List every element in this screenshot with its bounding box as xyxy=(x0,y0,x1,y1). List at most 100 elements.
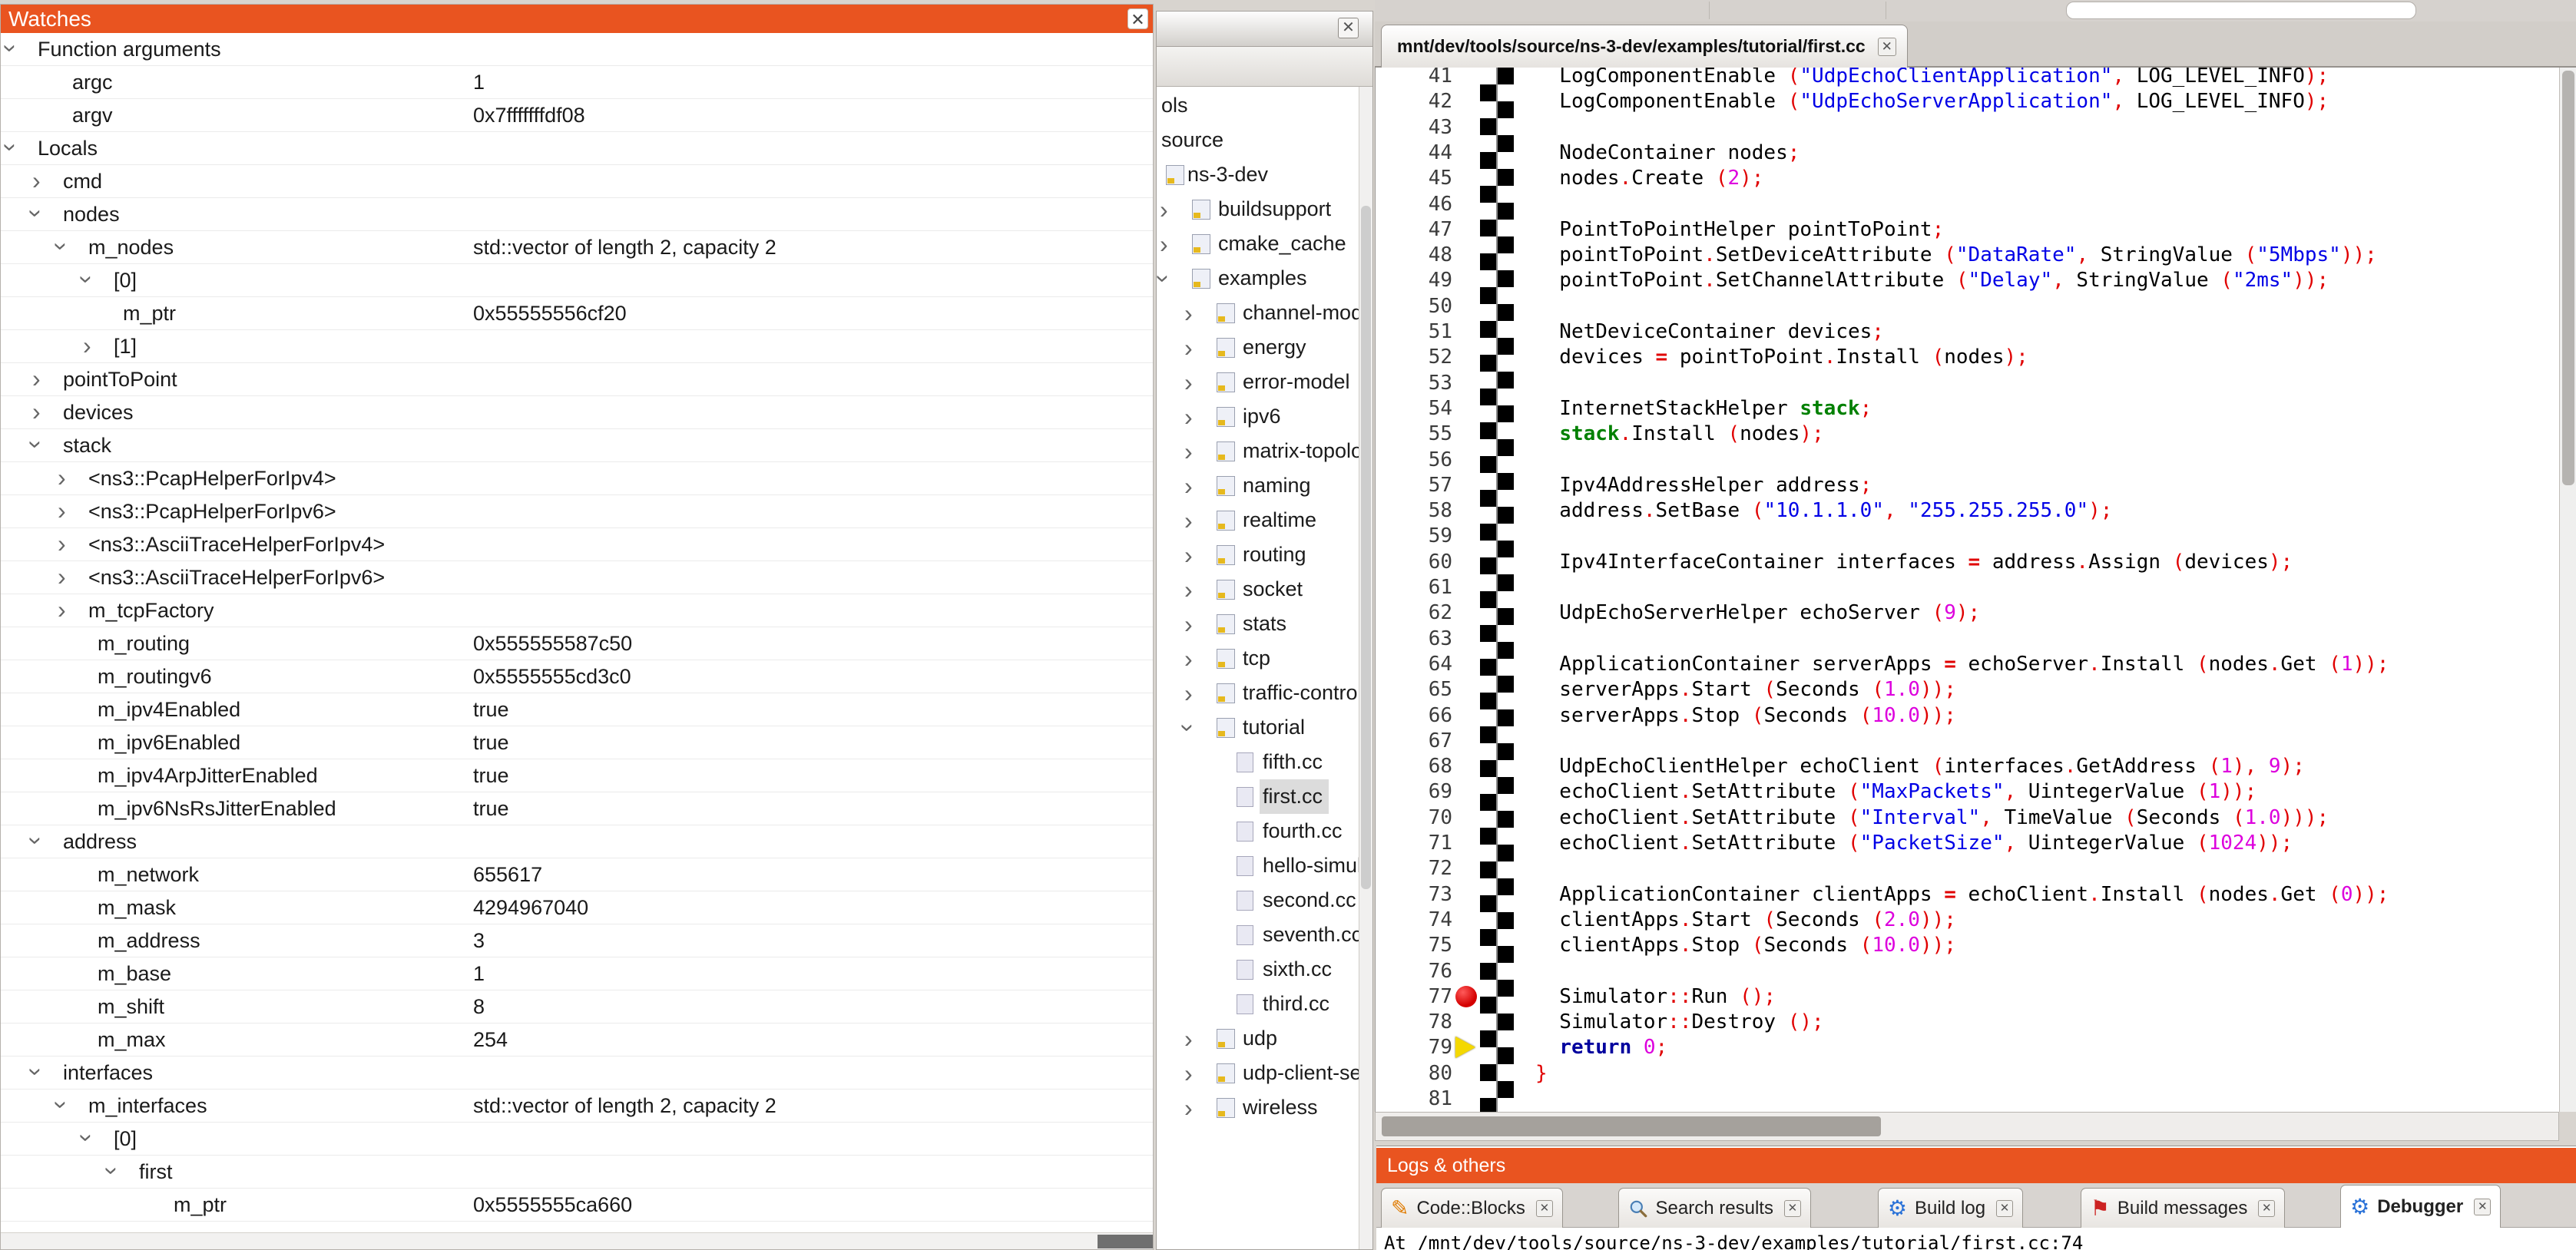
code-line-55[interactable]: 55 stack.Install (nodes); xyxy=(1376,421,2559,447)
line-number[interactable]: 64 xyxy=(1376,651,1452,677)
line-number[interactable]: 50 xyxy=(1376,293,1452,319)
watch-row[interactable]: ›m_tcpFactory xyxy=(1,594,1153,627)
watch-row[interactable]: m_address3 xyxy=(1,924,1153,957)
tree-item-label[interactable]: ipv6 xyxy=(1240,399,1287,434)
code-line-47[interactable]: 47 PointToPointHelper pointToPoint; xyxy=(1376,217,2559,243)
chevron-right-icon[interactable]: › xyxy=(1184,332,1193,364)
chevron-right-icon[interactable]: › xyxy=(1160,193,1168,226)
code-line-62[interactable]: 62 UdpEchoServerHelper echoServer (9); xyxy=(1376,600,2559,626)
chevron-right-icon[interactable]: › xyxy=(1184,366,1193,398)
logs-tab-debugger[interactable]: ⚙Debugger✕ xyxy=(2340,1185,2501,1228)
tree-item-energy[interactable]: › energy xyxy=(1157,330,1359,365)
editor-vscrollbar[interactable] xyxy=(2559,68,2576,1112)
chevron-right-icon[interactable]: › xyxy=(1184,574,1193,606)
chevron-right-icon[interactable]: › xyxy=(1184,539,1193,571)
watches-hscrollbar[interactable] xyxy=(1,1232,1153,1249)
tree-item-ipv6[interactable]: › ipv6 xyxy=(1157,399,1359,434)
tree-item-label[interactable]: channel-mode xyxy=(1240,296,1359,330)
close-icon[interactable]: ✕ xyxy=(2474,1199,2491,1215)
chevron-right-icon[interactable]: › xyxy=(32,165,41,198)
code-line-68[interactable]: 68 UdpEchoClientHelper echoClient (inter… xyxy=(1376,753,2559,779)
chevron-right-icon[interactable]: › xyxy=(58,462,66,495)
line-number[interactable]: 65 xyxy=(1376,676,1452,703)
chevron-right-icon[interactable]: › xyxy=(83,330,91,363)
watch-row[interactable]: ›[0] xyxy=(1,264,1153,297)
watch-row[interactable]: m_routingv60x5555555cd3c0 xyxy=(1,660,1153,693)
watch-row[interactable]: m_base1 xyxy=(1,957,1153,990)
chevron-down-icon[interactable]: › xyxy=(1184,712,1193,744)
tree-item-first-cc[interactable]: first.cc xyxy=(1157,779,1359,814)
code-editor[interactable]: 41 LogComponentEnable ("UdpEchoClientApp… xyxy=(1375,68,2559,1112)
code-line-70[interactable]: 70 echoClient.SetAttribute ("Interval", … xyxy=(1376,805,2559,831)
tree-item-label[interactable]: tutorial xyxy=(1240,710,1311,745)
line-number[interactable]: 44 xyxy=(1376,140,1452,166)
chevron-down-icon[interactable]: › xyxy=(58,231,66,264)
tree-item-tcp[interactable]: ›tcp xyxy=(1157,641,1359,676)
watch-row[interactable]: m_mask4294967040 xyxy=(1,891,1153,924)
code-line-52[interactable]: 52 devices = pointToPoint.Install (nodes… xyxy=(1376,344,2559,370)
chevron-right-icon[interactable]: › xyxy=(1184,297,1193,329)
tree-item-fifth-cc[interactable]: fifth.cc xyxy=(1157,745,1359,779)
line-number[interactable]: 70 xyxy=(1376,805,1452,831)
tree-item-label[interactable]: ols xyxy=(1158,88,1194,123)
watch-row[interactable]: ›m_nodesstd::vector of length 2, capacit… xyxy=(1,231,1153,264)
tree-item-channel-mode[interactable]: › channel-mode xyxy=(1157,296,1359,330)
tree-item-label[interactable]: energy xyxy=(1240,330,1313,365)
line-number[interactable]: 58 xyxy=(1376,498,1452,524)
code-line-45[interactable]: 45 nodes.Create (2); xyxy=(1376,165,2559,191)
watches-hscrollbar-thumb[interactable] xyxy=(1098,1235,1153,1248)
chevron-right-icon[interactable]: › xyxy=(1184,401,1193,433)
code-line-79[interactable]: 79 return 0; xyxy=(1376,1034,2559,1060)
line-number[interactable]: 75 xyxy=(1376,932,1452,958)
code-line-64[interactable]: 64 ApplicationContainer serverApps = ech… xyxy=(1376,651,2559,677)
chevron-right-icon[interactable]: › xyxy=(1184,504,1193,537)
tree-item-label[interactable]: second.cc xyxy=(1260,883,1359,918)
line-number[interactable]: 76 xyxy=(1376,958,1452,984)
tree-item-ols[interactable]: ols xyxy=(1157,88,1359,123)
watch-row[interactable]: ›Function arguments xyxy=(1,33,1153,66)
line-number[interactable]: 57 xyxy=(1376,472,1452,498)
watch-row[interactable]: ›[1] xyxy=(1,330,1153,363)
watch-row[interactable]: ›<ns3::PcapHelperForIpv6> xyxy=(1,495,1153,528)
tree-item-label[interactable]: source xyxy=(1158,123,1230,157)
tree-item-label[interactable]: hello-simul xyxy=(1260,848,1359,883)
code-line-80[interactable]: 80} xyxy=(1376,1060,2559,1086)
tree-item-naming[interactable]: ›naming xyxy=(1157,468,1359,503)
line-number[interactable]: 59 xyxy=(1376,523,1452,549)
tree-item-traffic-contro[interactable]: ›traffic-contro xyxy=(1157,676,1359,710)
tree-item-label[interactable]: examples xyxy=(1215,261,1313,296)
line-number[interactable]: 78 xyxy=(1376,1009,1452,1035)
tree-item-label[interactable]: traffic-contro xyxy=(1240,676,1359,710)
tree-item-label[interactable]: socket xyxy=(1240,572,1309,607)
tree-item-buildsupport[interactable]: ›buildsupport xyxy=(1157,192,1359,227)
chevron-right-icon[interactable]: › xyxy=(1184,435,1193,468)
breakpoint-icon[interactable] xyxy=(1455,986,1477,1007)
code-line-63[interactable]: 63 xyxy=(1376,626,2559,652)
tree-item-label[interactable]: seventh.cc xyxy=(1260,918,1359,952)
tree-item-label[interactable]: sixth.cc xyxy=(1260,952,1338,987)
tree-item-matrix-topolo[interactable]: ›matrix-topolo xyxy=(1157,434,1359,468)
chevron-down-icon[interactable]: › xyxy=(108,1156,117,1189)
code-line-77[interactable]: 77 Simulator::Run (); xyxy=(1376,984,2559,1010)
chevron-right-icon[interactable]: › xyxy=(1160,228,1168,260)
editor-hscrollbar-thumb[interactable] xyxy=(1382,1116,1881,1136)
line-number[interactable]: 74 xyxy=(1376,907,1452,933)
logs-titlebar[interactable]: Logs & others xyxy=(1376,1148,2576,1183)
line-number[interactable]: 43 xyxy=(1376,114,1452,141)
chevron-right-icon[interactable]: › xyxy=(1184,1092,1193,1124)
line-number[interactable]: 66 xyxy=(1376,703,1452,729)
watch-row[interactable]: ›stack xyxy=(1,429,1153,462)
tree-item-label[interactable]: ns-3-dev xyxy=(1184,157,1274,192)
tree-item-label[interactable]: realtime xyxy=(1240,503,1323,537)
line-number[interactable]: 52 xyxy=(1376,344,1452,370)
line-number[interactable]: 47 xyxy=(1376,217,1452,243)
tree-item-udp[interactable]: ›udp xyxy=(1157,1021,1359,1056)
tree-item-error-model[interactable]: ›error-model xyxy=(1157,365,1359,399)
line-number[interactable]: 54 xyxy=(1376,395,1452,422)
watch-row[interactable]: ›nodes xyxy=(1,198,1153,231)
code-line-78[interactable]: 78 Simulator::Destroy (); xyxy=(1376,1009,2559,1035)
code-line-67[interactable]: 67 xyxy=(1376,728,2559,754)
line-number[interactable]: 45 xyxy=(1376,165,1452,191)
chevron-down-icon[interactable]: › xyxy=(1160,263,1168,295)
line-number[interactable]: 61 xyxy=(1376,574,1452,600)
